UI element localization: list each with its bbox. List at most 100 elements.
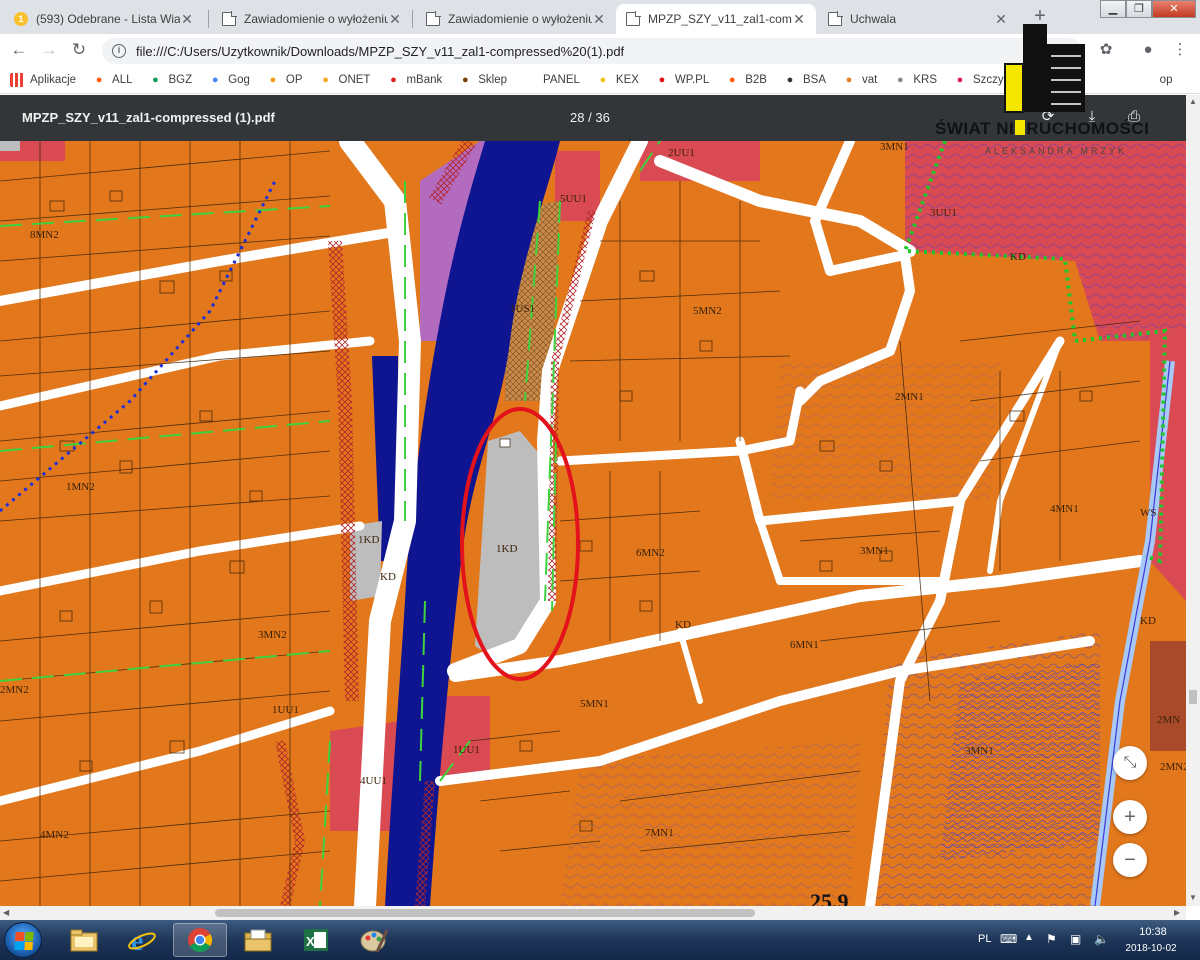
zone-label: 2MN2 [0,684,29,696]
page-separator: / [588,110,592,125]
bookmark-label: BGZ [168,73,193,86]
scroll-thumb[interactable] [1189,690,1197,704]
bookmark-label: OP [285,73,303,86]
zoning-map [0,141,1186,906]
bookmark-vat[interactable]: ● vat [842,73,878,87]
bookmark-sklep[interactable]: ● Sklep [458,73,507,87]
zone-label: 3MN1 [880,141,909,153]
bookmark-op[interactable]: ● OP [266,73,303,87]
agency-watermark: ŚWIAT NI RUCHOMOŚCI ALEKSANDRA MRZYK [935,24,1185,164]
apps-icon [10,72,24,87]
bookmark-label: KRS [913,73,937,86]
zone-label: KD [1010,251,1026,263]
reload-icon[interactable]: ↻ [68,39,90,61]
bookmark-label: ALL [112,73,133,86]
zoom-in-button[interactable]: + [1113,800,1147,834]
bookmark-b2b[interactable]: ● B2B [725,73,767,87]
close-icon[interactable]: ✕ [180,11,194,28]
bookmark-mbank[interactable]: ● mBank [386,73,442,87]
bookmark-label: WP.PL [674,73,710,86]
zoom-out-button[interactable]: − [1113,843,1147,877]
zone-label: 2MN [1157,714,1181,726]
bookmark-label: ONET [338,73,371,86]
bookmark-bgz[interactable]: ● BGZ [149,73,193,87]
bookmark-gog[interactable]: ● Gog [208,73,250,87]
action-center-flag-icon[interactable]: ⚑ [1046,932,1057,946]
page-current[interactable]: 28 [570,110,584,125]
close-icon[interactable]: ✕ [792,11,806,28]
tab-separator [412,10,413,28]
network-icon[interactable]: ▣ [1070,932,1081,946]
scroll-up-icon[interactable]: ▲ [1189,97,1197,106]
brand-subtitle: ALEKSANDRA MRZYK [985,146,1128,156]
bookmark-onet[interactable]: ● ONET [319,73,371,87]
google-icon: ● [211,73,219,86]
bookmark-krs[interactable]: ● KRS [893,73,937,87]
tab-mail[interactable]: 1 (593) Odebrane - Lista Wiad ✕ [4,4,204,34]
zone-label: 3UU1 [930,207,957,219]
document-icon [626,11,641,26]
bookmark-label: vat [862,73,878,86]
internet-explorer-icon[interactable]: e [115,923,169,957]
paint-icon[interactable] [347,923,401,957]
zone-label: 1UU1 [272,704,299,716]
zone-label: 5MN1 [580,698,609,710]
keyboard-icon[interactable]: ⌨ [1000,932,1017,946]
explorer-icon[interactable] [57,923,111,957]
scroll-left-icon[interactable]: ◀ [3,908,9,917]
zone-label: 7MN1 [645,827,674,839]
horizontal-scrollbar[interactable]: ◀ ▶ [0,906,1186,920]
info-icon[interactable]: i [112,44,126,58]
zone-label: 1UU1 [453,744,480,756]
minimize-button[interactable]: ▁ [1100,0,1126,18]
restore-button[interactable]: ❐ [1126,0,1152,18]
zone-label: 4MN1 [1050,503,1079,515]
start-button[interactable] [4,922,42,958]
pdf-page-map[interactable]: 8MN2 2UU1 3MN1 5UU1 3UU1 KD 1US1 5MN2 2M… [0,141,1186,906]
volume-icon[interactable]: 🔈 [1094,932,1109,946]
zone-label: 5UU1 [560,193,587,205]
folder-icon[interactable] [231,923,285,957]
fit-page-icon[interactable]: ⤡ [1113,746,1147,780]
bookmark-all[interactable]: ● ALL [92,73,133,87]
zone-label: 1MN2 [66,481,95,493]
zone-label: 3MN2 [258,629,287,641]
clock-date[interactable]: 2018-10-02 [1120,943,1182,954]
zone-label: KD [380,571,396,583]
pdf-filename: MPZP_SZY_v11_zal1-compressed (1).pdf [22,110,275,125]
zone-label: KD [675,619,691,631]
bookmark-bsa[interactable]: ● BSA [783,73,826,87]
tab-mpzp-pdf[interactable]: MPZP_SZY_v11_zal1-compre ✕ [616,4,816,34]
excel-icon[interactable]: X [289,923,343,957]
chrome-icon[interactable] [173,923,227,957]
vertical-scrollbar[interactable]: ▲ ▼ [1186,95,1200,906]
window-close-button[interactable]: ✕ [1152,0,1196,18]
bookmark-wp-pl[interactable]: ● WP.PL [655,73,710,87]
tab-notice-1[interactable]: Zawiadomienie o wyłożeniu ✕ [212,4,412,34]
scroll-down-icon[interactable]: ▼ [1189,893,1197,902]
close-icon[interactable]: ✕ [592,11,606,28]
mail-icon: 1 [14,12,28,26]
tab-notice-2[interactable]: Zawiadomienie o wyłożeniu ✕ [416,4,616,34]
forward-arrow-icon[interactable]: → [38,39,60,61]
bookmark-label: mBank [406,73,443,86]
panel-icon: ● [526,73,534,86]
bookmark-label: Gog [228,73,250,86]
bookmark-panel[interactable]: ● PANEL [523,73,580,87]
close-icon[interactable]: ✕ [388,11,402,28]
clock-time[interactable]: 10:38 [1128,926,1178,938]
language-indicator[interactable]: PL [978,933,991,945]
tab-title: Zawiadomienie o wyłożeniu [448,12,592,26]
document-icon [222,11,237,26]
scroll-right-icon[interactable]: ▶ [1174,908,1180,917]
windows-taskbar: e X PL ⌨ ▲ ⚑ ▣ 🔈 10:38 2018-10-02 [0,920,1200,960]
windows-logo-icon [14,932,34,950]
zone-label: 1US1 [510,303,536,315]
zone-label: KD [1140,615,1156,627]
bookmark-kex[interactable]: ● KEX [596,73,639,87]
scroll-thumb[interactable] [215,909,755,917]
bookmark-label: Aplikacje [30,73,77,86]
show-hidden-icons[interactable]: ▲ [1024,932,1034,943]
bookmark-aplikacje[interactable]: Aplikacje [10,72,77,87]
back-arrow-icon[interactable]: ← [8,39,30,61]
